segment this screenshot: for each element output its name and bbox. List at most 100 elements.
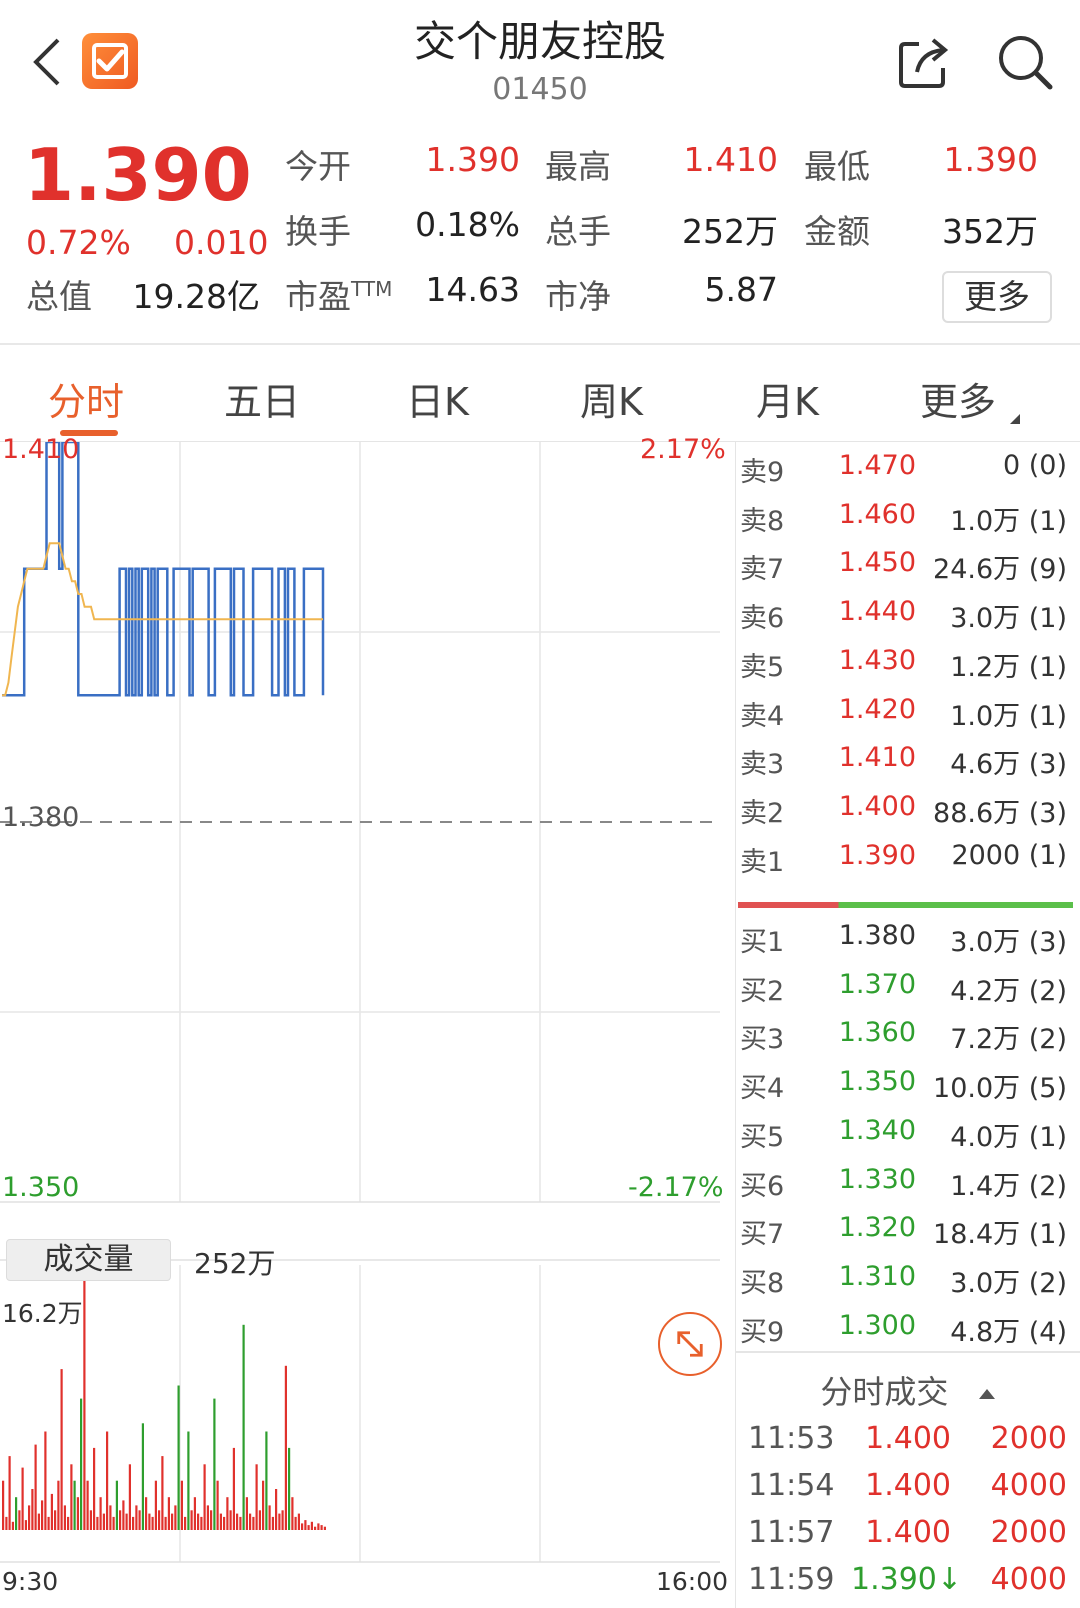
ask-row[interactable]: 卖4 1.420 1.0万 (1) [736,686,1080,735]
volume-bar [252,1516,255,1530]
volume-bar [145,1497,148,1530]
bid-row[interactable]: 买9 1.300 4.8万 (4) [736,1302,1080,1351]
ask-row[interactable]: 卖2 1.400 88.6万 (3) [736,783,1080,832]
bid-volume: 18.4万 (1) [933,1219,1067,1251]
volume-bar [109,1505,112,1530]
trade-volume: 4000 [990,1468,1067,1503]
volume-bar [119,1510,122,1530]
ask-volume: 3.0万 (1) [950,603,1067,635]
bid-row[interactable]: 买2 1.370 4.2万 (2) [736,961,1080,1010]
volume-bar [57,1480,60,1530]
trade-time: 11:54 [748,1468,835,1503]
ask-price: 1.390 [838,839,916,871]
ask-level-label: 卖5 [740,651,785,683]
bid-volume: 1.4万 (2) [950,1170,1067,1202]
time-axis-start: 9:30 [2,1567,59,1596]
volume-bar [54,1510,57,1530]
ask-row[interactable]: 卖7 1.450 24.6万 (9) [736,539,1080,588]
volume-bar [34,1444,37,1530]
volume-bar [102,1513,105,1530]
bid-row[interactable]: 买5 1.340 4.0万 (1) [736,1107,1080,1156]
ask-row[interactable]: 卖9 1.470 0 (0) [736,442,1080,491]
last-price: 1.390 [24,133,252,217]
bid-level-label: 买6 [740,1170,785,1202]
volume-bar [28,1505,31,1530]
bid-volume: 4.8万 (4) [950,1316,1067,1348]
volume-bar [128,1464,131,1530]
bid-ask-ratio-bar [738,902,1073,908]
volume-bar [8,1456,11,1530]
bid-level-label: 买8 [740,1267,785,1299]
trade-row: 11:57 1.400 2000 [736,1511,1080,1559]
trade-time: 11:57 [748,1515,835,1550]
pe-ttm-label: TTM [351,277,393,301]
volume-bar [310,1521,313,1530]
quote-more-button[interactable]: 更多 [942,271,1052,323]
ask-price: 1.420 [838,693,916,725]
bid-row[interactable]: 买4 1.350 10.0万 (5) [736,1058,1080,1107]
ask-row[interactable]: 卖1 1.390 2000 (1) [736,832,1080,881]
expand-icon[interactable] [658,1312,722,1376]
volume-bar [213,1398,216,1530]
volume-bar [226,1497,229,1530]
bid-row[interactable]: 买3 1.360 7.2万 (2) [736,1009,1080,1058]
tab-five-day[interactable]: 五日 [224,371,300,426]
ask-price: 1.460 [838,498,916,530]
intraday-chart[interactable]: 1.410 2.17% 1.380 1.350 -2.17% 成交量 252万 … [0,434,735,1608]
bid-volume: 4.2万 (2) [950,975,1067,1007]
bid-row[interactable]: 买6 1.330 1.4万 (2) [736,1156,1080,1205]
bid-ratio-segment [838,902,1073,908]
ask-volume: 1.0万 (1) [950,700,1067,732]
volume-bar [255,1464,258,1530]
volume-bar [180,1480,183,1530]
volume-bar [268,1505,271,1530]
pct-axis-low: -2.17% [628,1172,724,1203]
tab-monthly-k[interactable]: 月K [756,371,819,426]
trades-title[interactable]: 分时成交 [736,1367,1080,1413]
volume-bar [242,1324,245,1530]
tab-more[interactable]: 更多 [920,371,1022,426]
volume-bar [187,1431,190,1530]
ask-row[interactable]: 卖3 1.410 4.6万 (3) [736,734,1080,783]
average-price-line [2,542,323,697]
volume-bar [135,1505,138,1530]
volume-selector-button[interactable]: 成交量 [6,1239,171,1281]
volume-bar [70,1464,73,1530]
quote-field-value: 252万 [682,212,778,251]
volume-bar [67,1516,70,1530]
trade-time: 11:53 [748,1421,835,1456]
caret-up-icon [978,1389,995,1399]
ask-level-label: 卖6 [740,603,785,635]
search-icon[interactable] [995,32,1055,92]
volume-bar [317,1523,320,1530]
volume-bar [83,1264,86,1530]
quote-field-label: 金额 [804,212,870,251]
trade-volume: 4000 [990,1562,1067,1597]
tab-weekly-k[interactable]: 周K [580,371,643,426]
bid-price: 1.350 [838,1066,916,1098]
ask-row[interactable]: 卖5 1.430 1.2万 (1) [736,637,1080,686]
volume-bar [18,1510,21,1530]
bid-level-label: 买1 [740,927,785,958]
tab-daily-k[interactable]: 日K [406,371,469,426]
quote-field-value: 0.18% [415,205,520,244]
share-icon[interactable] [895,34,951,90]
ask-row[interactable]: 卖8 1.460 1.0万 (1) [736,491,1080,540]
price-chart-svg [0,442,720,1563]
bid-row[interactable]: 买1 1.380 3.0万 (3) [736,912,1080,961]
tab-intraday[interactable]: 分时 [48,371,124,426]
volume-bar [190,1510,193,1530]
pct-axis-high: 2.17% [640,434,726,465]
volume-bar [151,1516,154,1530]
bid-row[interactable]: 买8 1.310 3.0万 (2) [736,1253,1080,1302]
volume-bar [112,1516,115,1530]
ask-level-label: 卖3 [740,749,785,781]
change-percent: 0.72% [26,223,131,262]
bid-level-label: 买4 [740,1073,785,1105]
volume-bar [132,1516,135,1530]
order-book-divider [736,1351,1080,1353]
bid-row[interactable]: 买7 1.320 18.4万 (1) [736,1204,1080,1253]
ask-volume: 2000 (1) [951,839,1067,871]
bid-level-label: 买3 [740,1024,785,1056]
ask-row[interactable]: 卖6 1.440 3.0万 (1) [736,588,1080,637]
